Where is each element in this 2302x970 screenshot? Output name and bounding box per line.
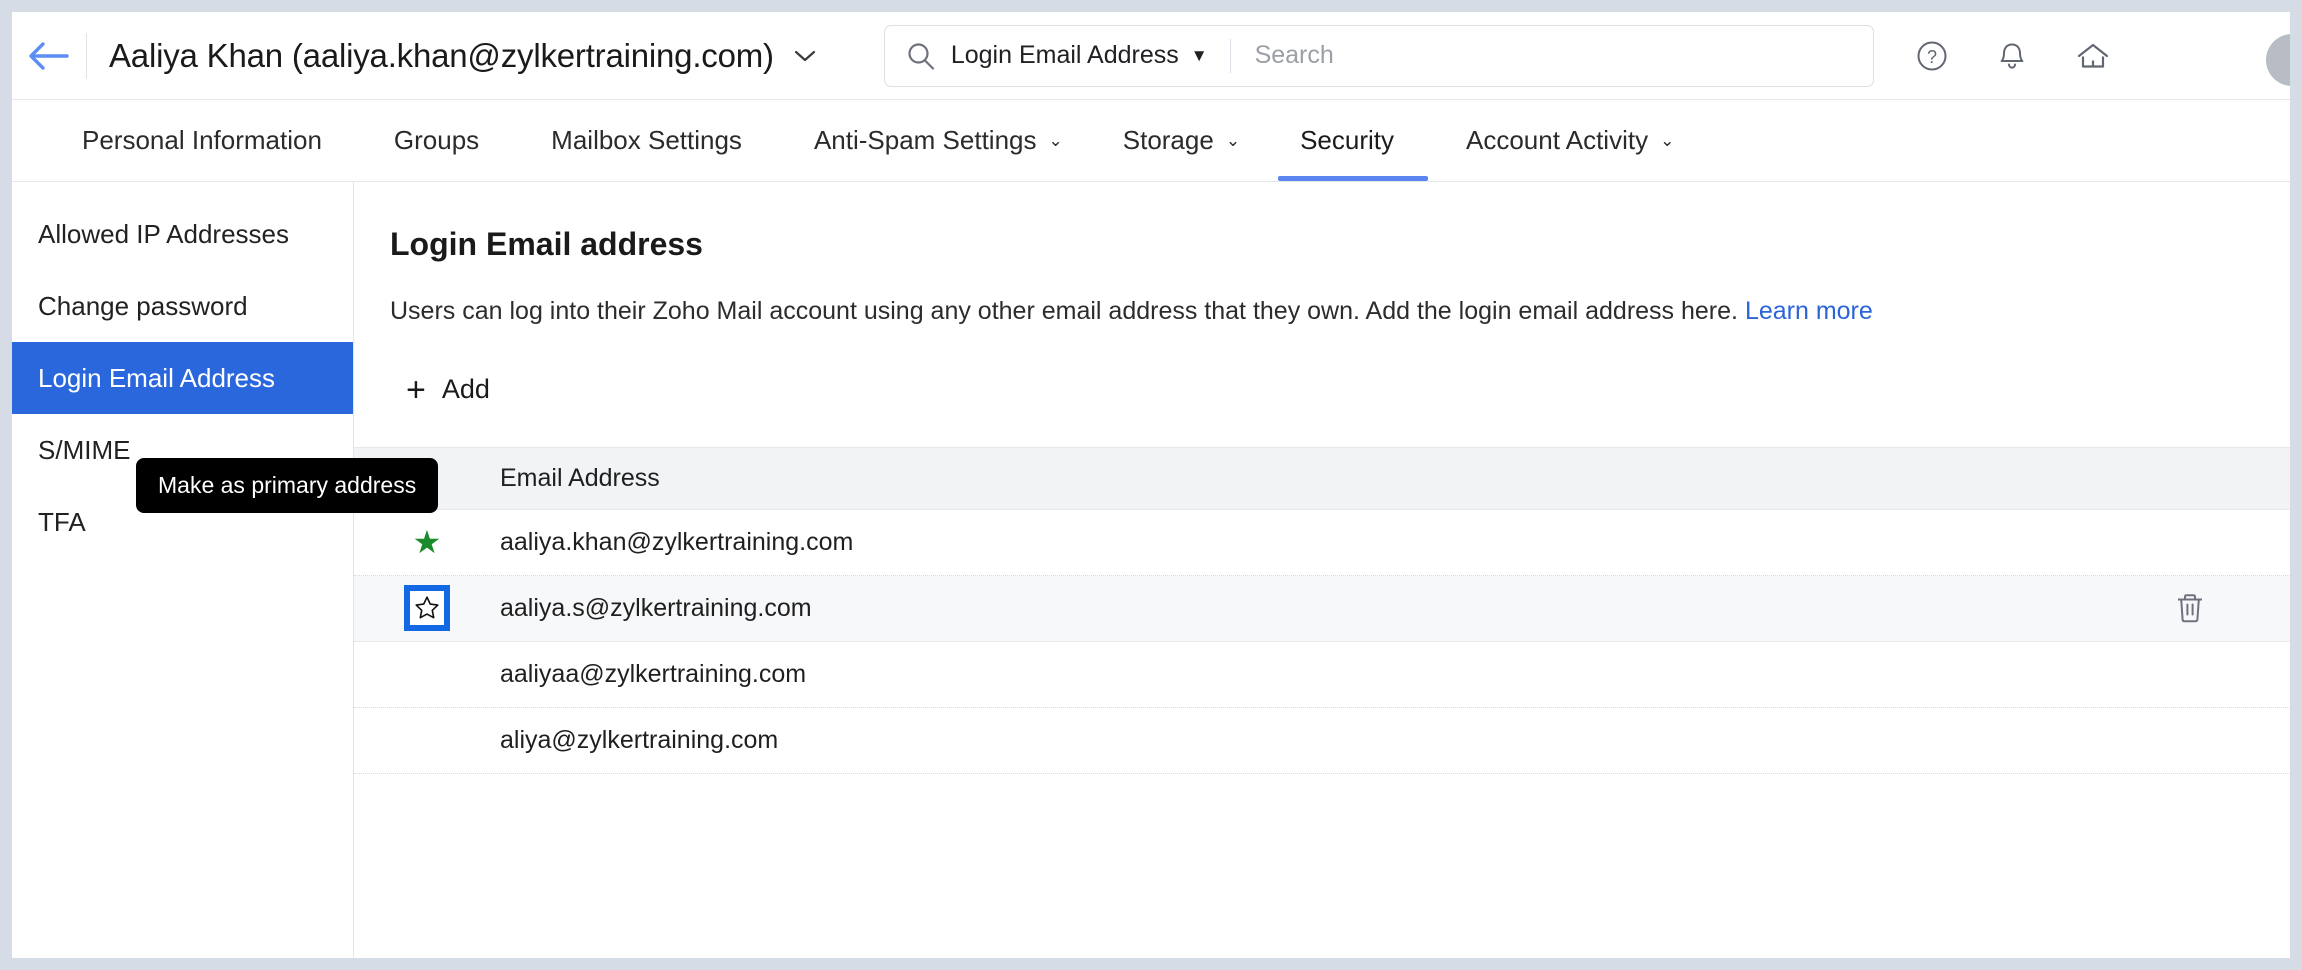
row-email-address: aaliyaa@zylkertraining.com [500, 659, 807, 688]
content-panel: Login Email address Users can log into t… [354, 182, 2290, 958]
tab-label: Security [1300, 125, 1394, 155]
sidebar-item-login-email-address[interactable]: Login Email Address [12, 342, 353, 414]
description-text: Users can log into their Zoho Mail accou… [390, 297, 1738, 325]
help-icon[interactable]: ? [1914, 38, 1950, 74]
chevron-down-icon[interactable] [792, 48, 818, 64]
chevron-down-icon: ⌄ [1048, 131, 1063, 150]
primary-star-cell[interactable]: ★ [354, 526, 500, 558]
tab-groups[interactable]: Groups [364, 100, 521, 181]
settings-sidebar: Allowed IP Addresses Change password Log… [12, 182, 354, 958]
sidebar-item-label: Login Email Address [38, 362, 276, 393]
row-email-address: aaliya.khan@zylkertraining.com [500, 527, 854, 556]
trash-icon[interactable] [2174, 591, 2206, 625]
page-title: Aaliya Khan (aaliya.khan@zylkertraining.… [109, 36, 774, 74]
top-bar-icon-group: ? [1914, 38, 2112, 74]
sidebar-item-label: Allowed IP Addresses [38, 218, 289, 249]
caret-down-icon: ▼ [1190, 46, 1208, 65]
sidebar-item-allowed-ip-addresses[interactable]: Allowed IP Addresses [12, 198, 353, 270]
top-bar: Aaliya Khan (aaliya.khan@zylkertraining.… [12, 12, 2290, 100]
search-divider [1229, 38, 1231, 73]
make-primary-button[interactable] [404, 585, 450, 632]
tooltip-make-as-primary: Make as primary address [136, 458, 439, 513]
sidebar-item-label: TFA [38, 506, 86, 537]
sidebar-item-label: Change password [38, 290, 248, 321]
chevron-down-icon: ⌄ [1225, 131, 1241, 150]
table-row[interactable]: aaliyaa@zylkertraining.com [354, 641, 2290, 708]
table-row[interactable]: aaliya.s@zylkertraining.com [354, 575, 2290, 642]
notifications-bell-icon[interactable] [1994, 38, 2030, 74]
tab-label: Anti-Spam Settings [813, 125, 1037, 155]
sidebar-item-label: S/MIME [38, 434, 131, 465]
table-header-row: Email Address [354, 447, 2290, 510]
tab-label: Account Activity [1466, 125, 1649, 155]
section-description: Users can log into their Zoho Mail accou… [390, 295, 2290, 329]
section-title: Login Email address [390, 226, 703, 262]
table-row[interactable]: aliya@zylkertraining.com [354, 707, 2290, 774]
body-container: Allowed IP Addresses Change password Log… [12, 182, 2290, 958]
star-outline-icon [410, 591, 444, 626]
star-filled-icon[interactable]: ★ [413, 526, 442, 558]
header-divider [86, 32, 87, 79]
row-email-address: aliya@zylkertraining.com [500, 725, 779, 754]
learn-more-link[interactable]: Learn more [1745, 297, 1873, 325]
chevron-down-icon: ⌄ [1660, 131, 1675, 150]
home-icon[interactable] [2074, 38, 2112, 74]
sidebar-item-change-password[interactable]: Change password [12, 270, 353, 342]
tab-label: Mailbox Settings [551, 125, 742, 155]
tab-label: Groups [393, 125, 480, 155]
account-title-group[interactable]: Aaliya Khan (aaliya.khan@zylkertraining.… [109, 37, 818, 75]
user-avatar[interactable] [2266, 34, 2290, 86]
search-input[interactable] [1252, 25, 1873, 86]
tab-label: Storage [1122, 125, 1214, 155]
login-email-table: Email Address ★ aaliya.khan@zylkertraini… [354, 446, 2290, 774]
tab-account-activity[interactable]: Account Activity ⌄ [1436, 100, 1704, 181]
back-arrow-icon [29, 41, 69, 70]
tab-label: Personal Information [82, 125, 322, 155]
tab-mailbox-settings[interactable]: Mailbox Settings [521, 100, 784, 181]
application-window: Aaliya Khan (aaliya.khan@zylkertraining.… [12, 12, 2290, 958]
tab-storage[interactable]: Storage ⌄ [1093, 100, 1270, 181]
row-email-address: aaliya.s@zylkertraining.com [500, 593, 812, 622]
row-actions [2090, 591, 2290, 625]
table-row[interactable]: ★ aaliya.khan@zylkertraining.com [354, 509, 2290, 576]
tab-anti-spam-settings[interactable]: Anti-Spam Settings ⌄ [784, 100, 1093, 181]
tab-personal-information[interactable]: Personal Information [52, 100, 364, 181]
search-icon [885, 40, 951, 72]
plus-icon: + [406, 370, 426, 409]
search-scope-label: Login Email Address [950, 41, 1179, 69]
tab-security[interactable]: Security [1270, 100, 1436, 181]
add-button[interactable]: + Add [406, 373, 490, 407]
main-tab-bar: Personal Information Groups Mailbox Sett… [12, 100, 2290, 182]
add-button-label: Add [441, 374, 490, 405]
back-button[interactable] [12, 12, 86, 100]
svg-text:?: ? [1927, 47, 1937, 67]
search-scope-dropdown[interactable]: Login Email Address ▼ [951, 41, 1208, 70]
header-email-address: Email Address [500, 463, 660, 492]
primary-star-cell[interactable] [354, 585, 500, 632]
search-bar[interactable]: Login Email Address ▼ [883, 24, 1874, 87]
